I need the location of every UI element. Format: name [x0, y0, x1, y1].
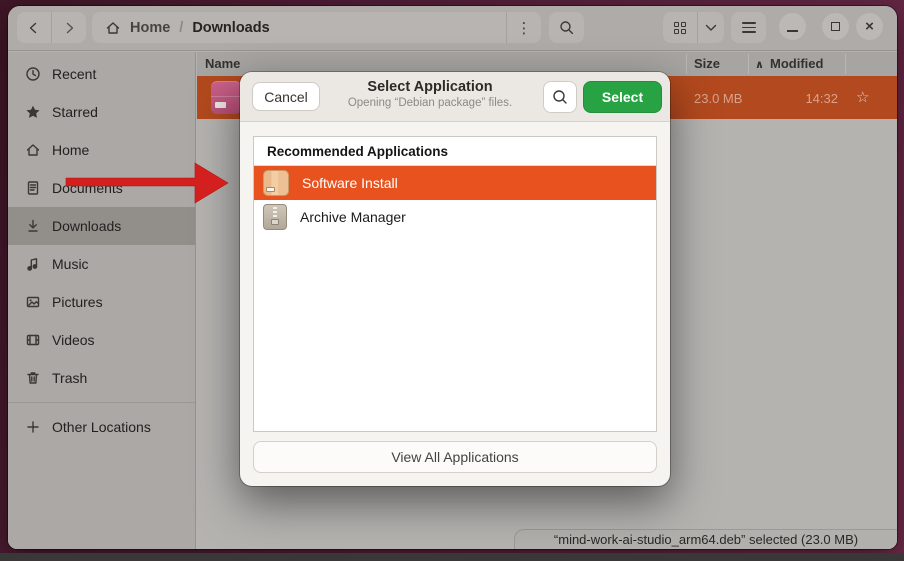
back-button[interactable] — [17, 12, 51, 43]
app-name: Software Install — [302, 175, 398, 191]
places-sidebar: Recent Starred Home Documents Downloads … — [8, 52, 196, 549]
sort-ascending-icon: ∧ — [755, 58, 764, 71]
file-modified: 14:32 — [757, 91, 838, 106]
kebab-icon: ⋮ — [517, 19, 532, 37]
view-options-button[interactable] — [697, 12, 723, 43]
star-icon[interactable]: ☆ — [856, 88, 869, 106]
minimize-icon — [787, 30, 798, 32]
app-row-software-install[interactable]: Software Install — [254, 166, 656, 200]
column-divider — [845, 54, 846, 74]
sidebar-item-label: Other Locations — [52, 419, 151, 435]
document-icon — [25, 180, 41, 196]
column-divider — [748, 54, 749, 74]
dialog-header: Cancel Select Application Opening “Debia… — [240, 72, 670, 122]
breadcrumb-home[interactable]: Home — [130, 20, 170, 36]
breadcrumb-divider: / — [179, 20, 183, 36]
sidebar-item-documents[interactable]: Documents — [8, 169, 195, 207]
film-icon — [25, 332, 41, 348]
sidebar-item-label: Recent — [52, 66, 96, 82]
sidebar-item-label: Pictures — [52, 294, 103, 310]
close-icon: × — [865, 18, 874, 35]
software-install-icon — [263, 170, 289, 196]
archive-manager-icon — [263, 204, 287, 230]
forward-button[interactable] — [52, 12, 86, 43]
cancel-button[interactable]: Cancel — [252, 82, 320, 111]
music-note-icon — [25, 256, 41, 272]
selection-status-text: “mind-work-ai-studio_arm64.deb” selected… — [554, 532, 858, 547]
sidebar-item-label: Starred — [52, 104, 98, 120]
grid-view-button[interactable] — [663, 12, 697, 43]
hamburger-icon — [742, 22, 756, 33]
sidebar-item-label: Downloads — [52, 218, 121, 234]
grid-view-icon — [674, 22, 686, 34]
chevron-down-icon — [705, 24, 717, 32]
chevron-right-icon — [63, 22, 75, 34]
sidebar-item-label: Home — [52, 142, 89, 158]
sidebar-item-label: Documents — [52, 180, 123, 196]
sidebar-item-music[interactable]: Music — [8, 245, 195, 283]
desktop-dock-strip — [0, 553, 904, 561]
app-row-archive-manager[interactable]: Archive Manager — [254, 200, 656, 234]
star-icon — [25, 104, 41, 120]
breadcrumb-current[interactable]: Downloads — [192, 20, 269, 36]
search-icon — [559, 20, 574, 35]
column-header-modified[interactable]: Modified — [770, 56, 823, 71]
sidebar-item-trash[interactable]: Trash — [8, 359, 195, 397]
minimize-button[interactable] — [779, 13, 806, 40]
home-icon — [25, 142, 41, 158]
chevron-left-icon — [28, 22, 40, 34]
sidebar-item-home[interactable]: Home — [8, 131, 195, 169]
nav-button-group — [17, 12, 86, 43]
sidebar-item-downloads[interactable]: Downloads — [8, 207, 195, 245]
dialog-title: Select Application — [330, 79, 530, 95]
clock-icon — [25, 66, 41, 82]
sidebar-item-label: Music — [52, 256, 89, 272]
sidebar-item-videos[interactable]: Videos — [8, 321, 195, 359]
download-icon — [25, 218, 41, 234]
close-button[interactable]: × — [856, 13, 883, 40]
breadcrumb[interactable]: Home / Downloads ⋮ — [92, 12, 541, 43]
select-button[interactable]: Select — [583, 81, 662, 113]
sidebar-item-starred[interactable]: Starred — [8, 93, 195, 131]
file-size: 23.0 MB — [694, 91, 742, 106]
column-header-name[interactable]: Name — [205, 56, 240, 71]
maximize-button[interactable] — [822, 13, 849, 40]
select-application-dialog: Cancel Select Application Opening “Debia… — [240, 72, 670, 486]
app-name: Archive Manager — [300, 209, 406, 225]
deb-package-icon — [211, 81, 241, 114]
sidebar-item-pictures[interactable]: Pictures — [8, 283, 195, 321]
status-bar: “mind-work-ai-studio_arm64.deb” selected… — [514, 529, 897, 549]
view-toggle-split-button — [663, 12, 724, 43]
path-menu-button[interactable]: ⋮ — [506, 12, 541, 43]
dialog-title-area: Select Application Opening “Debian packa… — [330, 79, 530, 109]
dialog-subtitle: Opening “Debian package” files. — [330, 97, 530, 109]
home-icon — [105, 20, 121, 36]
sidebar-item-label: Videos — [52, 332, 95, 348]
plus-icon — [25, 419, 41, 435]
sidebar-item-recent[interactable]: Recent — [8, 55, 195, 93]
column-divider — [686, 54, 687, 74]
application-list: Recommended Applications Software Instal… — [253, 136, 657, 432]
sidebar-item-other-locations[interactable]: Other Locations — [8, 408, 195, 446]
search-button[interactable] — [549, 12, 584, 43]
picture-icon — [25, 294, 41, 310]
column-header-size[interactable]: Size — [694, 56, 720, 71]
sidebar-item-label: Trash — [52, 370, 87, 386]
search-icon — [552, 89, 568, 105]
maximize-icon — [831, 22, 840, 31]
dialog-search-button[interactable] — [543, 81, 577, 113]
header-bar: Home / Downloads ⋮ × — [8, 6, 897, 51]
sidebar-separator — [8, 402, 195, 403]
main-menu-button[interactable] — [731, 12, 766, 43]
trash-icon — [25, 370, 41, 386]
view-all-applications-button[interactable]: View All Applications — [253, 441, 657, 473]
section-header: Recommended Applications — [254, 137, 656, 166]
